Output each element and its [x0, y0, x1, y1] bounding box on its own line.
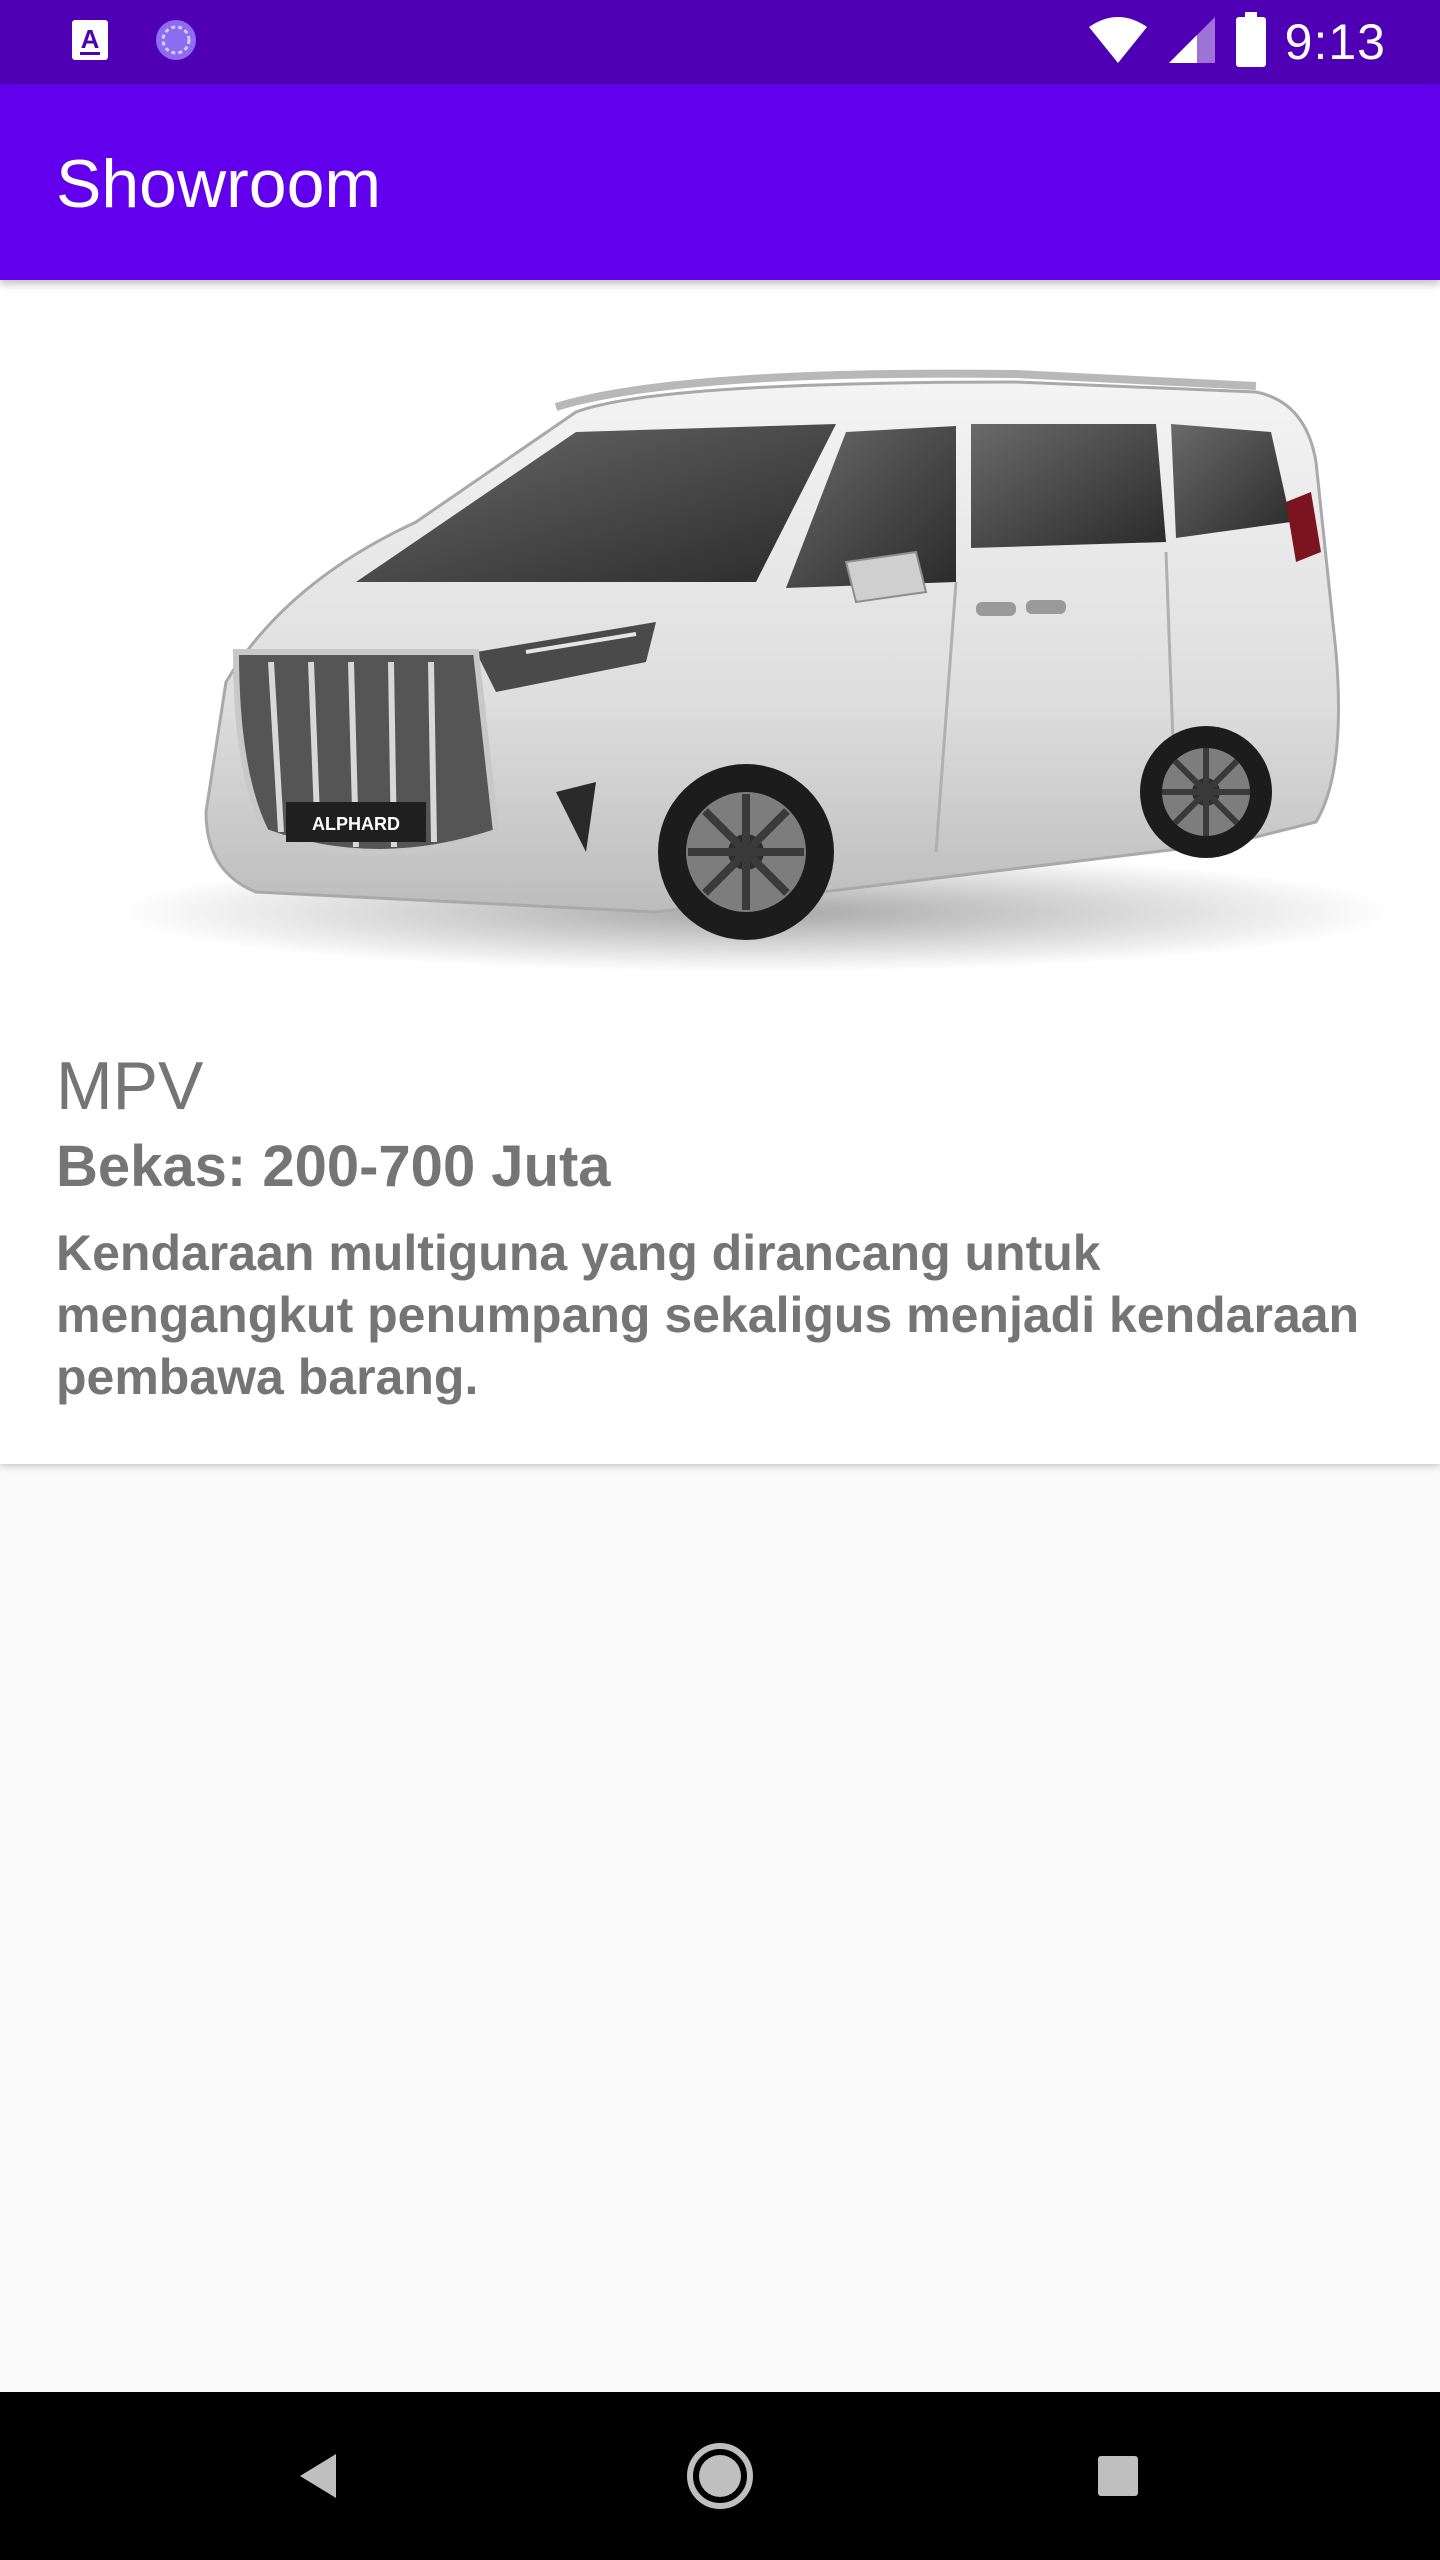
car-price: Bekas: 200-700 Juta — [56, 1134, 611, 1199]
home-icon[interactable] — [670, 2426, 770, 2526]
app-title: Showroom — [56, 146, 382, 222]
navigation-bar — [0, 2392, 1440, 2560]
car-image: ALPHARD — [56, 352, 1396, 1012]
wifi-icon — [1087, 15, 1149, 70]
svg-text:A: A — [81, 24, 100, 54]
status-system-icons: 9:13 — [1087, 10, 1386, 74]
back-icon[interactable] — [270, 2426, 370, 2526]
car-card[interactable]: ALPHARD MPV Bekas: 200-700 Juta Kendaraa… — [0, 280, 1440, 1464]
car-type: MPV — [56, 1048, 204, 1124]
car-plate-text: ALPHARD — [312, 814, 400, 834]
app-bar: Showroom — [0, 84, 1440, 280]
status-bar: A 9:13 — [0, 0, 1440, 84]
recents-icon[interactable] — [1068, 2426, 1168, 2526]
app-a-icon: A — [70, 18, 110, 62]
battery-icon — [1235, 11, 1267, 73]
car-description: Kendaraan multiguna yang dirancang untuk… — [56, 1225, 1360, 1405]
sync-icon — [154, 18, 198, 62]
cellular-signal-icon — [1167, 15, 1217, 70]
status-time: 9:13 — [1284, 14, 1386, 70]
status-notifications: A — [70, 18, 198, 62]
